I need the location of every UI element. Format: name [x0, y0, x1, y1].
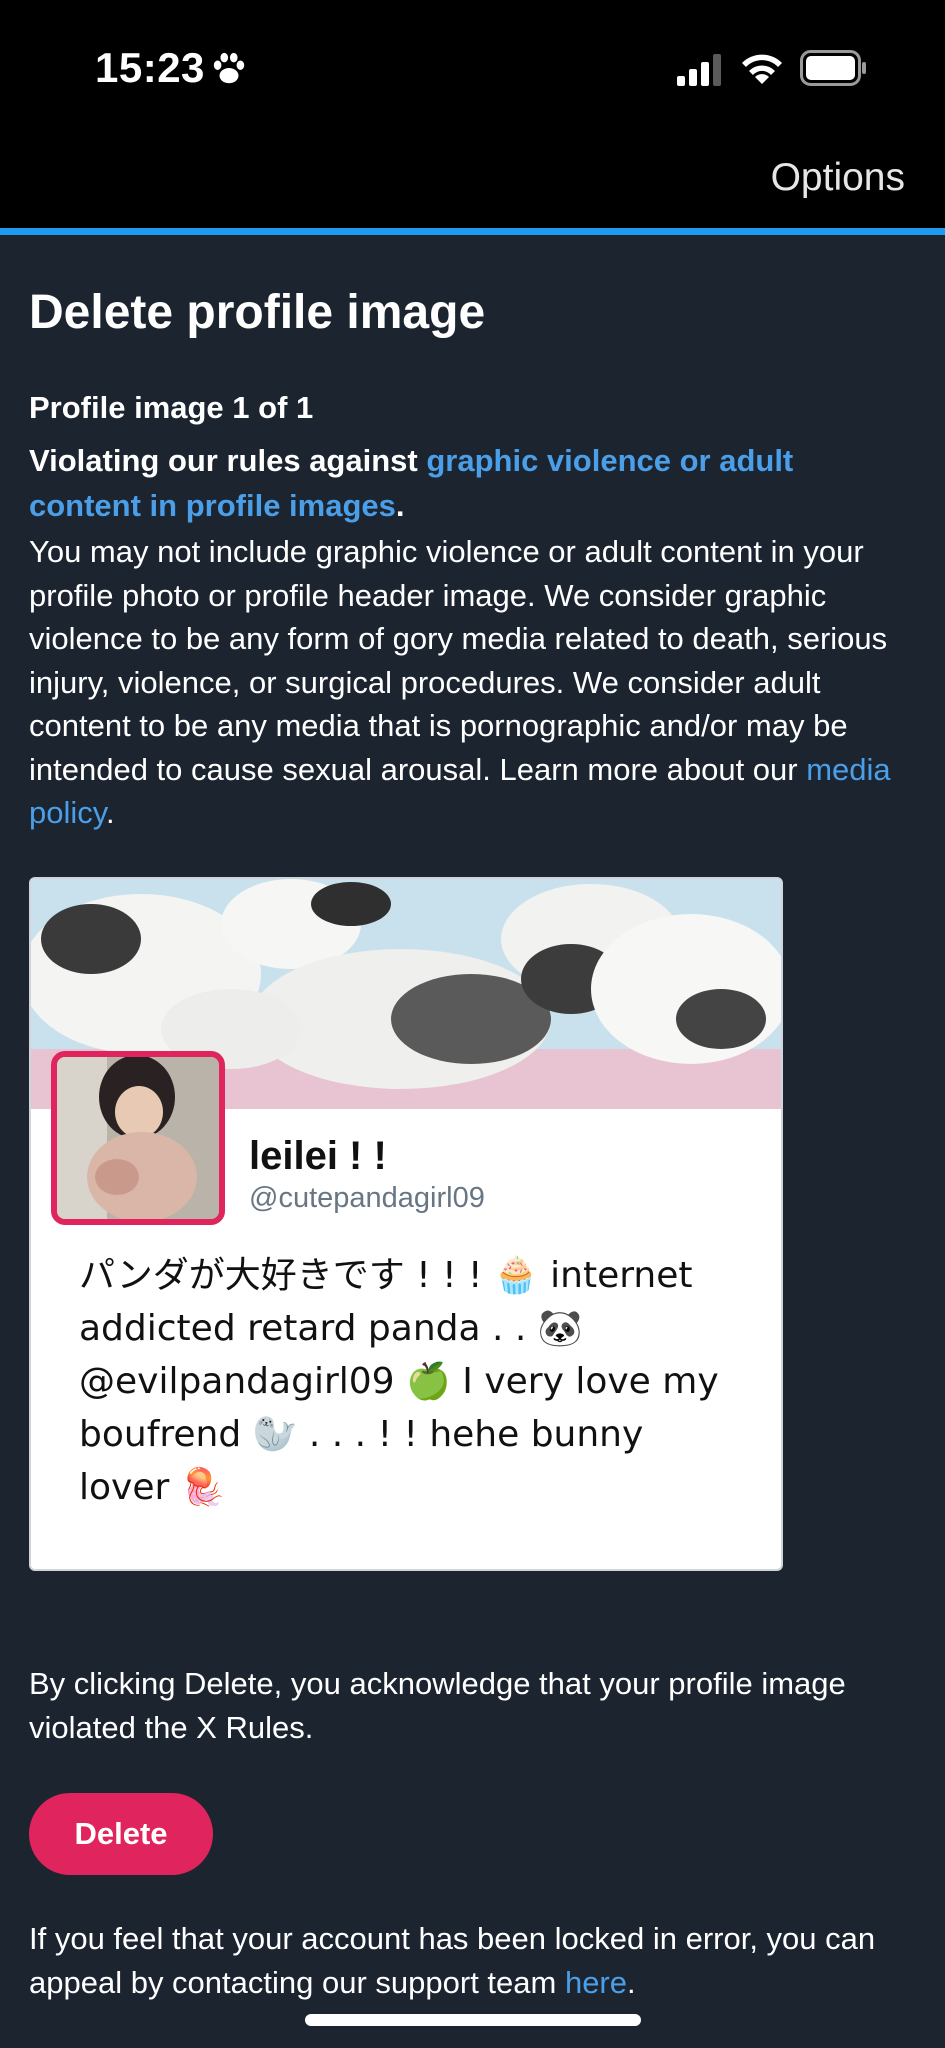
battery-icon — [800, 50, 866, 86]
profile-avatar — [51, 1051, 225, 1225]
policy-description: You may not include graphic violence or … — [29, 530, 909, 835]
paw-icon — [213, 52, 245, 84]
options-button[interactable]: Options — [771, 156, 905, 200]
profile-preview-card: leilei ! ! @cutepandagirl09 パンダが大好きです ! … — [29, 877, 783, 1571]
image-count: Profile image 1 of 1 — [29, 390, 314, 425]
cellular-signal-icon — [677, 54, 721, 86]
support-link[interactable]: here — [565, 1965, 627, 2000]
wifi-icon — [742, 54, 782, 84]
profile-handle: @cutepandagirl09 — [249, 1182, 485, 1214]
appeal-suffix: . — [627, 1964, 636, 2000]
top-nav-bar: Options — [0, 140, 945, 228]
acknowledge-text: By clicking Delete, you acknowledge that… — [29, 1666, 846, 1745]
description-suffix: . — [105, 795, 115, 830]
violation-suffix: . — [395, 488, 405, 523]
violation-prefix: Violating our rules against — [29, 443, 427, 478]
appeal-text: If you feel that your account has been l… — [29, 1917, 909, 2004]
status-time: 15:23 — [95, 44, 205, 91]
delete-button[interactable]: Delete — [29, 1793, 213, 1875]
profile-bio: パンダが大好きです ! ! ! 🧁 internet addicted reta… — [79, 1255, 719, 1508]
violation-statement: Violating our rules against graphic viol… — [29, 438, 909, 528]
profile-display-name: leilei ! ! — [249, 1134, 387, 1178]
description-text: You may not include graphic violence or … — [29, 534, 888, 787]
accent-divider — [0, 228, 945, 235]
appeal-body: If you feel that your account has been l… — [29, 1921, 876, 2000]
page-title: Delete profile image — [29, 286, 486, 339]
status-bar: 15:23 — [0, 0, 945, 140]
home-indicator[interactable] — [305, 2014, 641, 2026]
